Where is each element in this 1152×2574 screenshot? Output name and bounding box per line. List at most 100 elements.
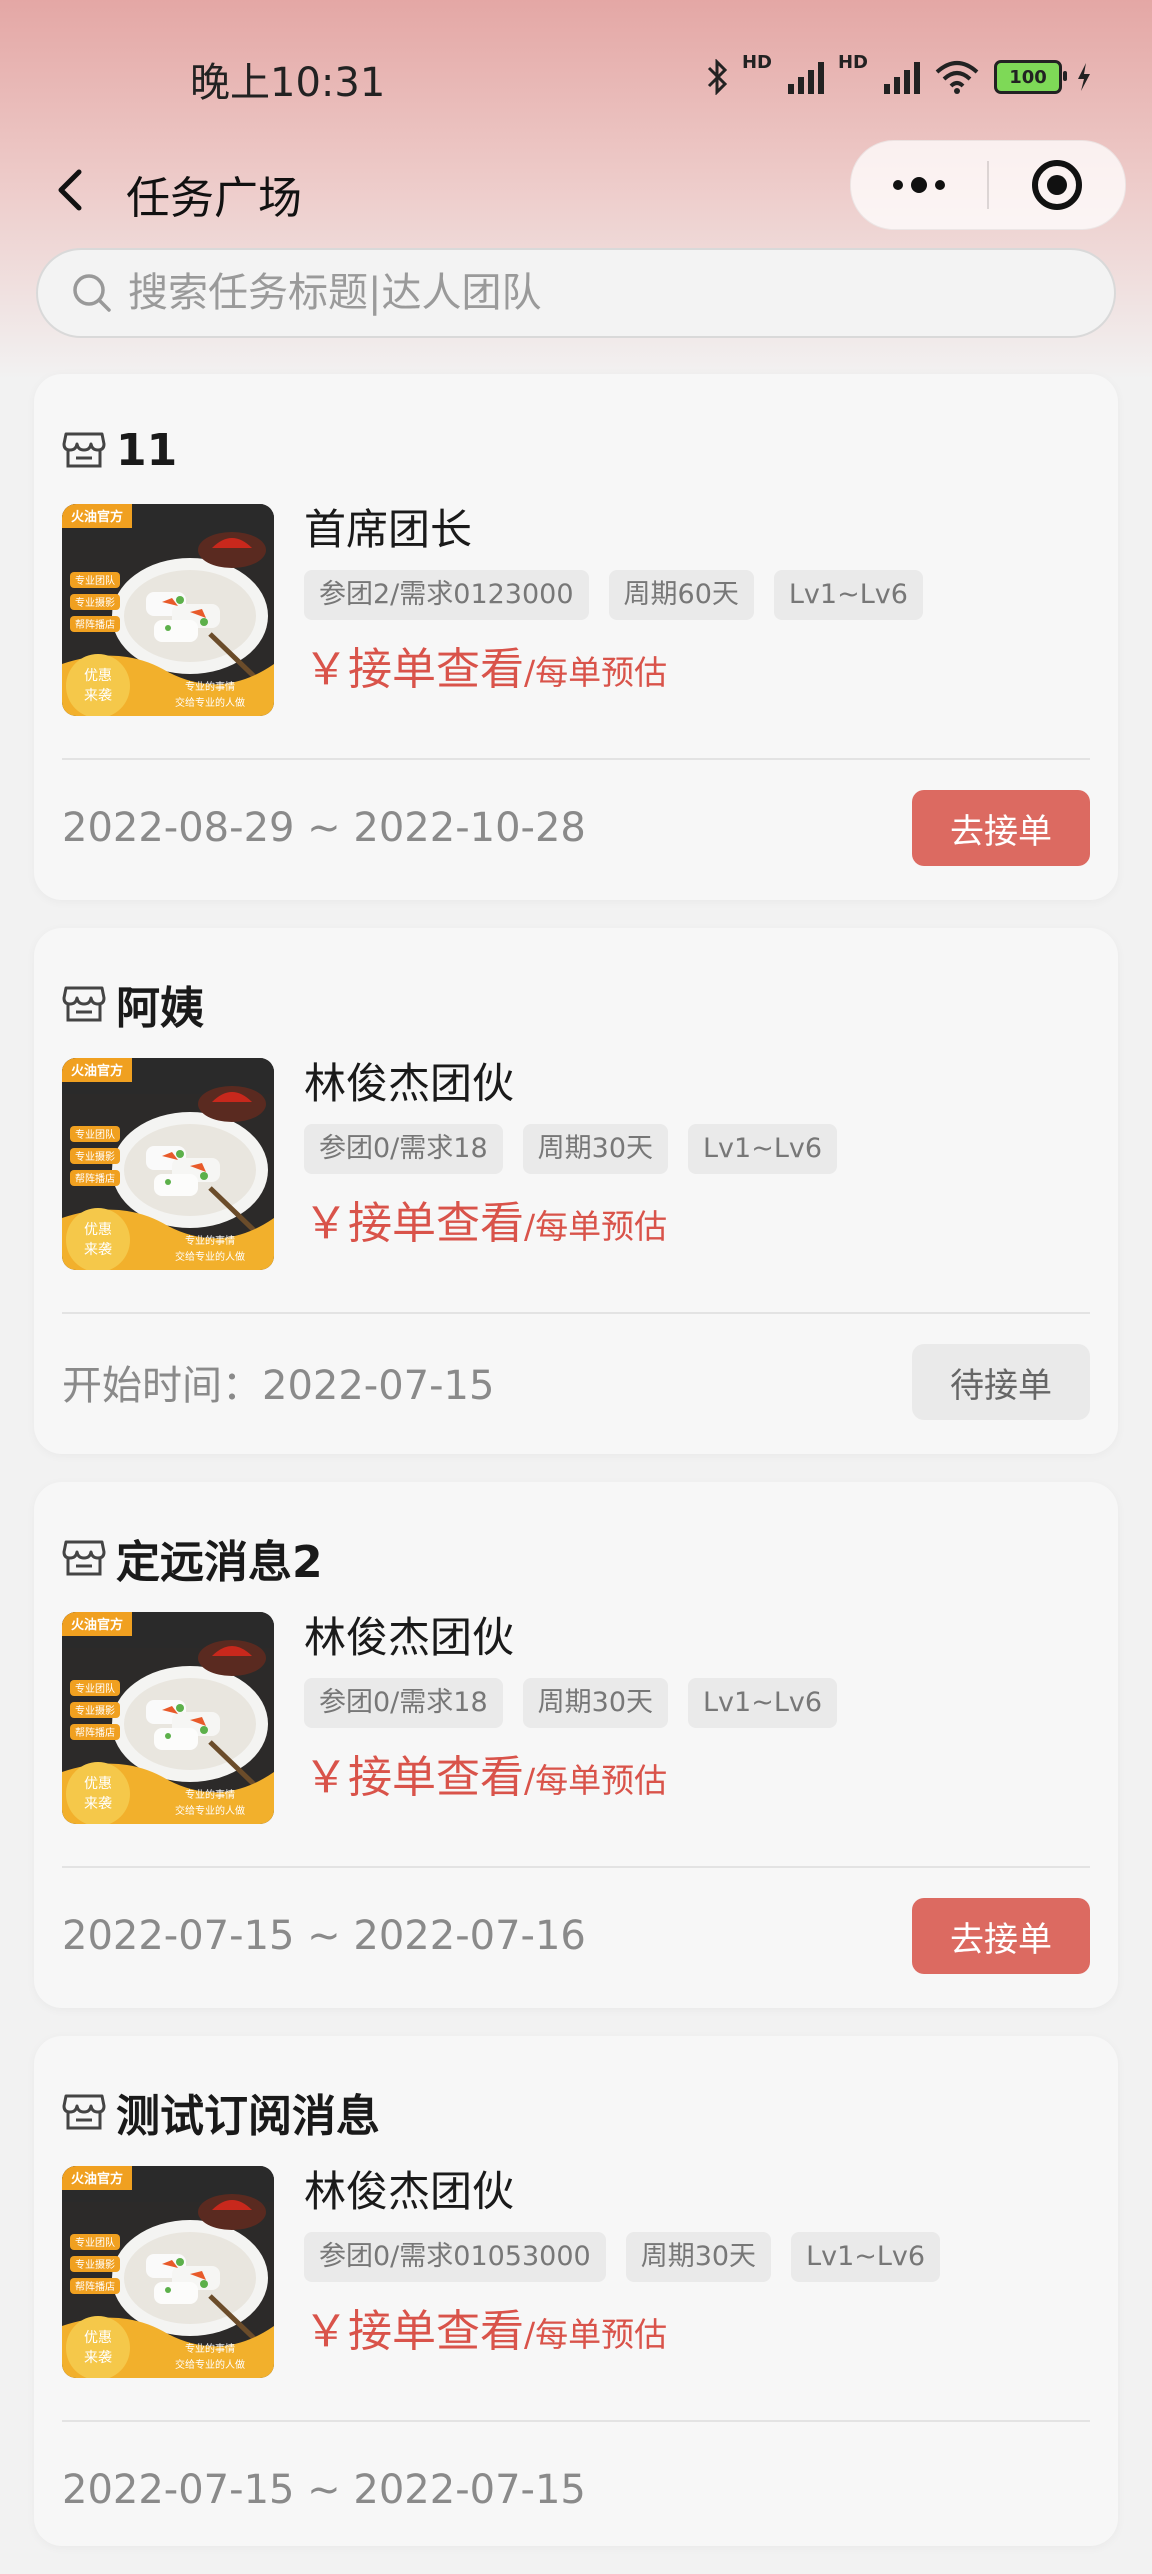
team-name: 林俊杰团伙 [304,2167,515,2216]
task-tag: Lv1~Lv6 [773,570,923,620]
svg-text:专业摄影: 专业摄影 [75,2258,115,2271]
task-thumbnail: 火油官方 专业团队 专业摄影 帮阵播店 优惠 来袭 专业的事情 交给专业的人做 [62,2166,274,2378]
task-date: 2022-07-15 ~ 2022-07-16 [62,1913,586,1959]
price-unit: /每单预估 [524,653,668,692]
close-target-icon [1032,160,1082,210]
task-title: 11 [116,424,178,476]
food-promo-image: 火油官方 专业团队 专业摄影 帮阵播店 优惠 来袭 专业的事情 交给专业的人做 [62,1058,274,1270]
svg-text:来袭: 来袭 [84,2350,112,2366]
battery-level: 100 [1009,66,1047,88]
card-divider [62,1866,1090,1868]
card-footer: 开始时间：2022-07-15 待接单 [62,1344,1090,1420]
svg-text:专业团队: 专业团队 [75,1682,115,1695]
task-tag: 参团0/需求18 [304,1124,503,1174]
task-info: 林俊杰团伙 参团0/需求01053000 周期30天 Lv1~Lv6 ￥接单查看/每… [304,2164,1084,2364]
svg-text:帮阵播店: 帮阵播店 [75,2280,115,2293]
charging-icon [1078,63,1090,91]
svg-text:优惠: 优惠 [84,2330,112,2346]
task-thumbnail: 火油官方 专业团队 专业摄影 帮阵播店 优惠 来袭 专业的事情 交给专业的人做 [62,1612,274,1824]
signal-icon [884,60,920,94]
card-divider [62,2420,1090,2422]
signal-icon [787,60,824,94]
more-button[interactable] [851,141,987,229]
accept-order-button[interactable]: 去接单 [912,790,1090,866]
svg-text:交给专业的人做: 交给专业的人做 [175,696,245,709]
task-tag: 周期30天 [522,1678,668,1728]
task-tag: Lv1~Lv6 [688,1678,838,1728]
pending-order-button[interactable]: 待接单 [912,1344,1090,1420]
team-name: 林俊杰团伙 [304,1059,515,1108]
store-icon [62,986,106,1022]
card-header: 11 [62,420,177,480]
network-hd-label: HD [741,52,772,73]
price-main: ￥接单查看 [304,644,524,695]
task-date: 2022-08-29 ~ 2022-10-28 [62,805,586,851]
task-card[interactable]: 测试订阅消息 火油官方 专业团队 专业摄影 帮阵播店 优惠 来袭 专业的事情 交… [34,2036,1118,2546]
task-tag: Lv1~Lv6 [688,1124,838,1174]
svg-text:来袭: 来袭 [84,1242,112,1258]
svg-text:专业摄影: 专业摄影 [75,1704,115,1717]
card-footer: 2022-08-29 ~ 2022-10-28 去接单 [62,790,1090,866]
store-icon [62,1540,106,1576]
task-tag: 参团0/需求01053000 [304,2232,606,2282]
task-date: 2022-07-15 ~ 2022-07-15 [62,2467,586,2513]
food-promo-image: 火油官方 专业团队 专业摄影 帮阵播店 优惠 来袭 专业的事情 交给专业的人做 [62,2166,274,2378]
search-input[interactable] [126,269,1090,317]
price-line: ￥接单查看/每单预估 [304,638,1084,702]
card-footer: 2022-07-15 ~ 2022-07-16 去接单 [62,1898,1090,1974]
task-info: 林俊杰团伙 参团0/需求18 周期30天 Lv1~Lv6 ￥接单查看/每单预估 [304,1610,1084,1810]
store-icon [62,2094,106,2130]
svg-text:专业的事情: 专业的事情 [185,2342,235,2355]
task-info: 林俊杰团伙 参团0/需求18 周期30天 Lv1~Lv6 ￥接单查看/每单预估 [304,1056,1084,1256]
tag-list: 参团0/需求01053000 周期30天 Lv1~Lv6 [304,2232,1084,2282]
svg-text:交给专业的人做: 交给专业的人做 [175,2358,245,2371]
svg-text:专业团队: 专业团队 [75,2236,115,2249]
status-icons: HD HD 100 [706,52,1092,102]
task-title: 阿姨 [116,983,204,1034]
mini-program-capsule [850,140,1126,230]
status-time: 晚上10:31 [190,60,386,106]
svg-text:交给专业的人做: 交给专业的人做 [175,1250,245,1263]
task-title: 测试订阅消息 [116,2091,380,2142]
task-title: 定远消息2 [116,1537,323,1588]
svg-text:帮阵播店: 帮阵播店 [75,618,115,631]
task-card[interactable]: 11 火油官方 专业团队 专业摄影 帮阵播店 优惠 来袭 专业的事情 交给专业的… [34,374,1118,900]
price-line: ￥接单查看/每单预估 [304,1746,1084,1810]
svg-text:来袭: 来袭 [84,1796,112,1812]
price-main: ￥接单查看 [304,2306,524,2357]
task-tag: 周期60天 [608,570,754,620]
battery-icon: 100 [994,60,1067,94]
svg-text:专业摄影: 专业摄影 [75,1150,115,1163]
svg-text:火油官方: 火油官方 [71,1617,123,1633]
store-icon [62,432,106,468]
task-card[interactable]: 定远消息2 火油官方 专业团队 专业摄影 帮阵播店 优惠 来袭 专业的事情 交给… [34,1482,1118,2008]
task-tag: Lv1~Lv6 [791,2232,941,2282]
svg-text:来袭: 来袭 [84,688,112,704]
price-line: ￥接单查看/每单预估 [304,1192,1084,1256]
back-button[interactable] [40,160,100,220]
food-promo-image: 火油官方 专业团队 专业摄影 帮阵播店 优惠 来袭 专业的事情 交给专业的人做 [62,1612,274,1824]
task-info: 首席团长 参团2/需求0123000 周期60天 Lv1~Lv6 ￥接单查看/每单预… [304,502,1084,702]
svg-text:帮阵播店: 帮阵播店 [75,1172,115,1185]
task-tag: 周期30天 [522,1124,668,1174]
card-divider [62,1312,1090,1314]
search-icon [73,274,111,312]
price-line: ￥接单查看/每单预估 [304,2300,1084,2364]
task-tag: 参团0/需求18 [304,1678,503,1728]
tag-list: 参团0/需求18 周期30天 Lv1~Lv6 [304,1678,1084,1728]
svg-text:专业的事情: 专业的事情 [185,1234,235,1247]
svg-text:专业团队: 专业团队 [75,1128,115,1141]
bluetooth-icon [707,59,728,95]
svg-text:交给专业的人做: 交给专业的人做 [175,1804,245,1817]
price-unit: /每单预估 [524,1207,668,1246]
svg-text:专业的事情: 专业的事情 [185,680,235,693]
svg-text:专业团队: 专业团队 [75,574,115,587]
search-bar[interactable] [36,248,1116,338]
task-card[interactable]: 阿姨 火油官方 专业团队 专业摄影 帮阵播店 优惠 来袭 专业的事情 交给专业的… [34,928,1118,1454]
svg-text:火油官方: 火油官方 [71,2171,123,2187]
card-header: 定远消息2 [62,1528,323,1588]
card-footer: 2022-07-15 ~ 2022-07-15 [62,2452,1090,2528]
accept-order-button[interactable]: 去接单 [912,1898,1090,1974]
chevron-left-icon [58,169,82,211]
close-button[interactable] [989,141,1125,229]
